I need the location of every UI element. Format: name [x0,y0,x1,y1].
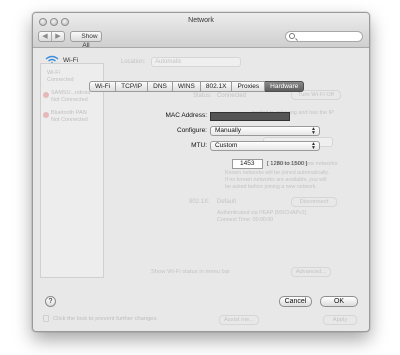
configure-popup[interactable]: Manually ▲ ▼ [210,126,320,136]
sidebar-item-bluetooth[interactable]: Bluetooth PAN Not Connected [43,110,88,124]
apply-button[interactable]: Apply [323,315,357,325]
network-preferences-window: Network ◀ ▶ Show All Wi-Fi Location: Aut… [32,12,370,332]
show-all-label: Show All [81,33,98,49]
chevron-up-down-icon: ▲ ▼ [311,141,316,151]
configure-value: Manually [215,127,242,134]
back-forward-control: ◀ ▶ [38,31,65,42]
tab-hardware[interactable]: Hardware [265,81,305,92]
lock-icon[interactable] [43,315,49,322]
help-button[interactable]: ? [45,296,56,307]
title-bar: Network ◀ ▶ Show All [33,13,369,49]
mtu-number-field[interactable]: 1453 [232,159,263,169]
ok-button[interactable]: OK [320,296,358,307]
status-dot-icon [43,92,49,98]
forward-button[interactable]: ▶ [51,32,64,41]
back-button[interactable]: ◀ [39,32,51,41]
location-popup[interactable]: Automatic [151,57,241,67]
lock-text: Click the lock to prevent further change… [53,316,159,322]
mac-address-value-redacted [210,112,290,121]
search-icon [289,33,295,39]
sidebar-item-label: Bluetooth PAN [51,110,87,116]
configure-label: Configure: [177,127,207,134]
status-dot-icon [43,112,49,118]
mtu-label: MTU: [191,142,207,149]
mtu-range-hint: [ 1280 to 1500 ] [267,161,308,167]
tab-8021x[interactable]: 802.1X [200,81,233,92]
sidebar-item-label: Wi-Fi [47,70,60,76]
sidebar-item-status: Not Connected [51,97,88,103]
sidebar-item-status: Connected [47,77,74,83]
assist-me-button[interactable]: Assist me... [219,315,259,325]
tab-bar: Wi-Fi TCP/IP DNS WINS 802.1X Proxies Har… [89,81,305,92]
tab-dns[interactable]: DNS [148,81,173,92]
show-all-button[interactable]: Show All [70,31,102,49]
tab-tcpip[interactable]: TCP/IP [116,81,149,92]
mac-address-label: MAC Address: [165,112,207,119]
tab-wins[interactable]: WINS [172,81,201,92]
sidebar-item-label: SAMSU...ndroid [51,90,91,96]
search-field[interactable] [285,31,363,42]
sidebar-item-wifi[interactable]: Wi-Fi Connected [47,70,74,84]
tab-proxies[interactable]: Proxies [232,81,266,92]
sidebar-item-samsung[interactable]: SAMSU...ndroid Not Connected [43,90,90,104]
advanced-sheet: Wi-Fi TCP/IP DNS WINS 802.1X Proxies Har… [89,81,349,291]
mtu-popup[interactable]: Custom ▲ ▼ [210,141,320,151]
tab-wifi[interactable]: Wi-Fi [89,81,117,92]
sidebar-item-status: Not Connected [51,117,88,123]
cancel-button[interactable]: Cancel [279,296,312,307]
chevron-up-down-icon: ▲ ▼ [311,126,316,136]
window-title: Network [188,17,214,24]
mtu-popup-value: Custom [215,142,238,149]
location-label: Location: [121,59,146,65]
